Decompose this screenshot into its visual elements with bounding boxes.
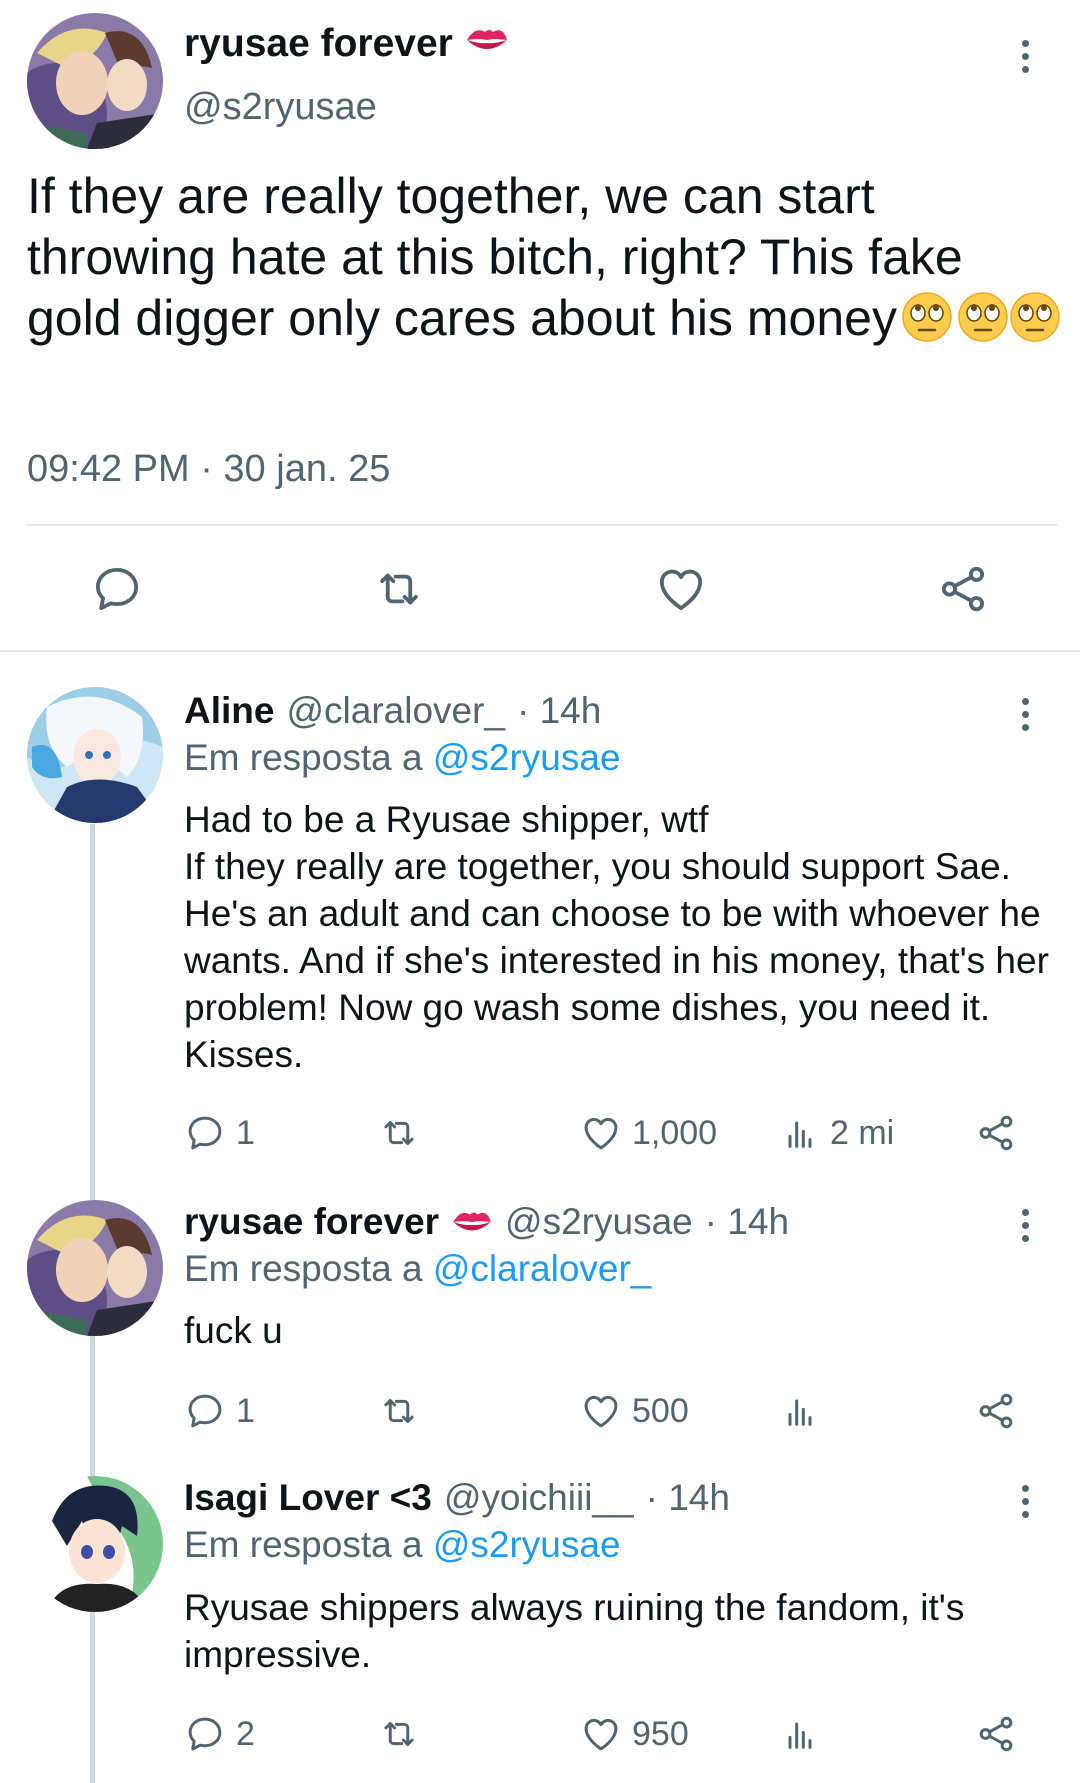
replying-to: Em resposta a @claralover_ (184, 1248, 651, 1290)
share-icon (941, 566, 985, 612)
author-handle[interactable]: @yoichiii__ (444, 1477, 634, 1519)
reply-count: 1 (236, 1391, 255, 1430)
tweet-timestamp[interactable]: 09:42 PM · 30 jan. 25 (27, 448, 390, 491)
author-handle[interactable]: @s2ryusae (184, 86, 377, 129)
like-count: 1,000 (632, 1113, 718, 1152)
retweet-button[interactable] (378, 1390, 420, 1432)
retweet-icon (384, 1399, 414, 1423)
retweet-button[interactable] (378, 1112, 420, 1154)
author-name[interactable]: Aline (184, 690, 274, 732)
divider (0, 650, 1080, 652)
replying-to-label: Em resposta a (184, 737, 423, 778)
more-options-icon[interactable] (1019, 1209, 1031, 1242)
reply-text: Ryusae shippers always ruining the fando… (184, 1587, 965, 1675)
reply-count: 2 (236, 1714, 255, 1753)
share-icon (979, 1393, 1013, 1429)
replying-to: Em resposta a @s2ryusae (184, 1524, 621, 1566)
divider (27, 524, 1057, 526)
retweet-icon (380, 573, 418, 605)
retweet-button[interactable] (372, 562, 426, 621)
author-name[interactable]: ryusae forever (184, 1201, 439, 1243)
mention-link[interactable]: @s2ryusae (433, 1524, 621, 1565)
avatar[interactable] (27, 687, 163, 823)
reply-button[interactable]: 2 (184, 1713, 255, 1755)
author-name-row[interactable]: ryusae forever (184, 22, 509, 66)
heart-icon (659, 569, 703, 611)
share-icon (979, 1115, 1013, 1151)
tweet-text: If they are really together, we can star… (27, 166, 1067, 349)
views-button[interactable] (780, 1713, 820, 1755)
retweet-icon (384, 1121, 414, 1145)
face-with-rolling-eyes-icon (958, 292, 1008, 342)
avatar[interactable] (27, 13, 163, 149)
reply-icon (188, 1717, 222, 1751)
heart-icon (584, 1395, 618, 1428)
share-icon (979, 1716, 1013, 1752)
reply-button[interactable] (90, 562, 144, 621)
reply-header: ryusae forever @s2ryusae · 14h (184, 1201, 789, 1243)
reply-count: 1 (236, 1113, 255, 1152)
like-button[interactable]: 950 (580, 1713, 689, 1755)
replying-to-label: Em resposta a (184, 1524, 423, 1565)
share-button[interactable] (975, 1713, 1017, 1755)
reply-icon (95, 567, 139, 611)
retweet-button[interactable] (378, 1713, 420, 1755)
avatar[interactable] (27, 1200, 163, 1336)
tweet-age[interactable]: · 14h (705, 1201, 789, 1243)
like-button[interactable]: 1,000 (580, 1112, 717, 1154)
share-button[interactable] (975, 1390, 1017, 1432)
author-handle[interactable]: @s2ryusae (505, 1201, 693, 1243)
author-name[interactable]: ryusae forever (184, 22, 453, 66)
like-count: 500 (632, 1391, 689, 1430)
reply-header: Isagi Lover <3 @yoichiii__ · 14h (184, 1477, 730, 1519)
share-button[interactable] (936, 562, 990, 621)
reply-header: Aline @claralover_ · 14h (184, 690, 601, 732)
mention-link[interactable]: @claralover_ (433, 1248, 652, 1289)
more-options-icon[interactable] (1019, 698, 1031, 731)
views-icon (788, 1722, 812, 1749)
views-count: 2 mi (830, 1113, 895, 1152)
reply-icon (188, 1116, 222, 1150)
like-button[interactable] (654, 562, 708, 621)
more-options-icon[interactable] (1019, 1485, 1031, 1518)
replying-to-label: Em resposta a (184, 1248, 423, 1289)
kiss-icon (451, 1207, 493, 1237)
author-handle[interactable]: @claralover_ (286, 690, 505, 732)
retweet-icon (384, 1722, 414, 1746)
tweet-age[interactable]: · 14h (517, 690, 601, 732)
reply-button[interactable]: 1 (184, 1112, 255, 1154)
reply-icon (188, 1394, 222, 1428)
views-icon (788, 1399, 812, 1426)
mention-link[interactable]: @s2ryusae (433, 737, 621, 778)
share-button[interactable] (975, 1112, 1017, 1154)
more-options-icon[interactable] (1019, 40, 1031, 73)
like-count: 950 (632, 1714, 689, 1753)
face-with-rolling-eyes-icon (1010, 292, 1060, 342)
reply-button[interactable]: 1 (184, 1390, 255, 1432)
views-button[interactable]: 2 mi (780, 1112, 894, 1154)
heart-icon (584, 1718, 618, 1751)
kiss-icon (465, 22, 509, 66)
tweet-text-content: If they are really together, we can star… (27, 168, 963, 346)
tweet-age[interactable]: · 14h (646, 1477, 730, 1519)
reply-text: fuck u (184, 1310, 283, 1351)
reply-text: Had to be a Ryusae shipper, wtf If they … (184, 799, 1049, 1075)
like-button[interactable]: 500 (580, 1390, 689, 1432)
face-with-rolling-eyes-icon (902, 292, 952, 342)
avatar[interactable] (27, 1476, 163, 1612)
heart-icon (584, 1117, 618, 1150)
views-button[interactable] (780, 1390, 820, 1432)
author-name[interactable]: Isagi Lover <3 (184, 1477, 432, 1519)
views-icon (788, 1121, 812, 1148)
replying-to: Em resposta a @s2ryusae (184, 737, 621, 779)
